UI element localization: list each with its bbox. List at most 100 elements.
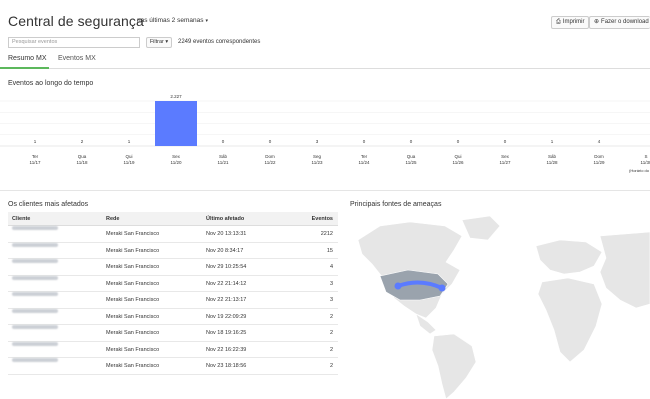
redacted-text (12, 325, 58, 329)
filter-button[interactable]: Filtrar ▾ (146, 37, 172, 48)
chart-value-label: 2 (81, 139, 84, 144)
cell-rede: Meraki San Francisco (106, 297, 160, 303)
redacted-text (12, 341, 58, 346)
threat-map[interactable] (350, 212, 650, 399)
chart-tick-date: 11/20 (171, 160, 182, 165)
active-tab-indicator (0, 67, 49, 69)
chart-value-label: 0 (363, 139, 366, 144)
chart-tick-date: 11/18 (77, 160, 88, 165)
tab-eventos-mx[interactable]: Eventos MX (58, 55, 96, 62)
chart-tick-day: S (644, 154, 647, 159)
chart-tick-day: Sex (172, 154, 181, 159)
chart-tick-date: 11/26 (453, 160, 464, 165)
time-range-label: nas últimas 2 semanas (137, 17, 204, 24)
chart-tick-date: 11/24 (359, 160, 370, 165)
table-body: Meraki San Francisco Nov 20 13:13:31 2212 M… (8, 226, 338, 375)
chart-tick-day: Qua (78, 154, 87, 159)
chart-value-label: 2.227 (170, 94, 182, 99)
cell-eventos: 2 (329, 346, 333, 353)
cell-eventos: 2 (329, 363, 333, 369)
threat-source-marker (394, 282, 402, 290)
filter-label: Filtrar (149, 39, 164, 45)
cell-eventos: 15 (326, 247, 333, 254)
tab-resumo-mx[interactable]: Resumo MX (8, 55, 47, 62)
table-row[interactable]: Meraki San Francisco Nov 22 16:22:39 2 (8, 341, 338, 358)
cell-ultimo-afetado: Nov 22 21:14:12 (206, 280, 247, 287)
cell-ultimo-afetado: Nov 22 21:13:17 (206, 297, 247, 303)
printer-icon: ⎙ (556, 19, 561, 25)
table-row[interactable]: Meraki San Francisco Nov 20 8:34:17 15 (8, 242, 338, 259)
europe-shape (535, 239, 603, 275)
cell-ultimo-afetado: Nov 23 18:18:56 (206, 363, 247, 369)
chart-value-label: 0 (269, 139, 272, 144)
chart-tick-day: Qua (407, 154, 416, 159)
column-header-rede[interactable]: Rede (106, 212, 119, 226)
table-row[interactable]: Meraki San Francisco Nov 22 21:13:17 3 (8, 292, 338, 309)
column-header-cliente[interactable]: Cliente (12, 212, 30, 226)
redacted-text (12, 275, 58, 280)
table-row[interactable]: Meraki San Francisco Nov 22 21:14:12 3 (8, 275, 338, 292)
chart-tick-day: Sáb (219, 154, 228, 159)
download-button[interactable]: ⊕ Fazer o download (589, 16, 650, 29)
redacted-text (12, 226, 58, 230)
column-header-eventos[interactable]: Eventos (312, 212, 333, 226)
chart-value-label: 0 (410, 139, 413, 144)
chart-tick-day: Ter (32, 154, 39, 159)
table-row[interactable]: Meraki San Francisco Nov 29 10:25:54 4 (8, 259, 338, 276)
search-input[interactable]: Pesquisar eventos (8, 37, 140, 48)
time-range-dropdown[interactable]: nas últimas 2 semanas ▾ (137, 17, 208, 24)
cell-rede: Meraki San Francisco (106, 280, 160, 287)
chart-value-label: 0 (504, 139, 507, 144)
chart-footnote: (Horário do (629, 168, 650, 173)
cell-rede: Meraki San Francisco (106, 264, 160, 270)
chart-tick-day: Ter (361, 154, 368, 159)
clients-table: Cliente Rede Último afetado Eventos Mera… (8, 212, 338, 375)
redacted-text (12, 358, 58, 362)
download-icon: ⊕ (594, 19, 600, 25)
table-row[interactable]: Meraki San Francisco Nov 23 18:18:56 2 (8, 358, 338, 375)
africa-shape (537, 277, 603, 363)
cell-ultimo-afetado: Nov 18 19:16:25 (206, 330, 247, 336)
chart-tick-date: 11/19 (124, 160, 135, 165)
cell-ultimo-afetado: Nov 20 13:13:31 (206, 231, 247, 237)
chart-tick-day: Sáb (548, 154, 557, 159)
section-divider (0, 190, 650, 191)
cell-eventos: 2212 (320, 231, 333, 237)
event-count: 2249 eventos correspondentes (178, 39, 261, 45)
cell-rede: Meraki San Francisco (106, 363, 160, 369)
chart-tick-day: Dom (594, 154, 604, 159)
chart-value-label: 1 (34, 139, 37, 144)
chart-tick-date: 11/22 (265, 160, 276, 165)
chart-tick-day: Dom (265, 154, 275, 159)
cell-eventos: 4 (329, 264, 333, 270)
cell-rede: Meraki San Francisco (106, 330, 160, 336)
cell-ultimo-afetado: Nov 19 22:09:29 (206, 313, 247, 320)
asia-shape (599, 231, 650, 309)
column-header-ultimo-afetado[interactable]: Último afetado (206, 212, 244, 226)
header: Central de segurança nas últimas 2 seman… (0, 0, 650, 36)
download-label: Fazer o download (601, 19, 649, 25)
redacted-text (12, 242, 58, 247)
cell-eventos: 3 (329, 297, 333, 303)
clients-title: Os clientes mais afetados (8, 201, 89, 208)
chart-value-label: 1 (551, 139, 554, 144)
table-row[interactable]: Meraki San Francisco Nov 19 22:09:29 2 (8, 308, 338, 325)
map-title: Principais fontes de ameaças (350, 201, 442, 208)
table-row[interactable]: Meraki San Francisco Nov 20 13:13:31 2212 (8, 226, 338, 243)
redacted-text (12, 292, 58, 296)
table-row[interactable]: Meraki San Francisco Nov 18 19:16:25 2 (8, 325, 338, 342)
chart-value-label: 0 (457, 139, 460, 144)
print-button[interactable]: ⎙ Imprimir (551, 16, 589, 29)
chart-tick-date: 11/29 (594, 160, 605, 165)
chart-tick-day: Sex (501, 154, 510, 159)
chart-tick-day: Seg (313, 154, 322, 159)
chart-tick-date: 11/27 (500, 160, 511, 165)
cell-eventos: 2 (329, 330, 333, 336)
chart-tick-date: 11/28 (547, 160, 558, 165)
chart-tick-date: 11/17 (30, 160, 41, 165)
chart-title: Eventos ao longo do tempo (8, 80, 94, 87)
cell-eventos: 2 (329, 313, 333, 320)
chart-tick-day: Qui (125, 154, 132, 159)
cell-rede: Meraki San Francisco (106, 247, 160, 254)
cell-eventos: 3 (329, 280, 333, 287)
